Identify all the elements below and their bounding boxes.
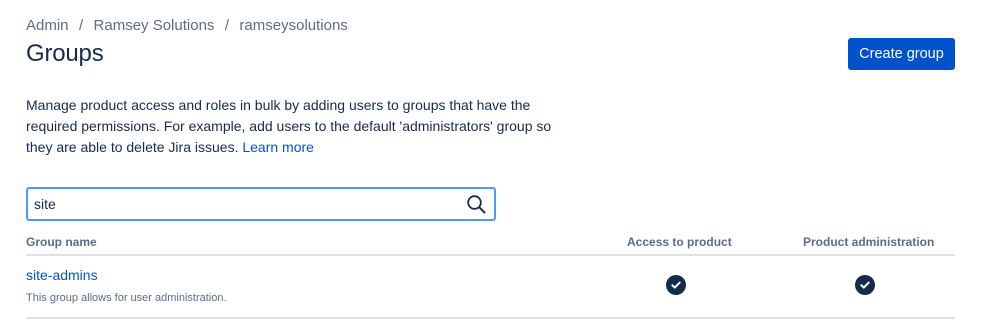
breadcrumb-separator: / — [224, 17, 229, 34]
page-description: Manage product access and roles in bulk … — [26, 95, 556, 158]
learn-more-link[interactable]: Learn more — [242, 139, 314, 155]
breadcrumb-separator: / — [78, 17, 84, 34]
access-to-product-check-icon — [666, 275, 686, 295]
table-header: Group name Access to product Product adm… — [26, 233, 955, 256]
create-group-button[interactable]: Create group — [848, 38, 955, 70]
search-field[interactable] — [26, 187, 496, 221]
breadcrumb-item-admin[interactable]: Admin — [26, 17, 69, 34]
product-administration-check-icon — [855, 275, 875, 295]
breadcrumb: Admin / Ramsey Solutions / ramseysolutio… — [26, 17, 348, 34]
groups-page: Admin / Ramsey Solutions / ramseysolutio… — [0, 0, 999, 336]
column-header-group-name[interactable]: Group name — [26, 235, 97, 249]
page-title: Groups — [26, 40, 104, 67]
breadcrumb-item-site[interactable]: ramseysolutions — [239, 17, 347, 34]
column-header-access-to-product[interactable]: Access to product — [627, 235, 732, 249]
column-header-product-administration[interactable]: Product administration — [803, 235, 934, 249]
group-name-link[interactable]: site-admins — [26, 267, 98, 283]
breadcrumb-item-organization[interactable]: Ramsey Solutions — [94, 17, 215, 34]
search-input[interactable] — [34, 189, 454, 219]
table-row: site-admins This group allows for user a… — [26, 256, 955, 319]
search-icon[interactable] — [466, 194, 486, 214]
group-description: This group allows for user administratio… — [26, 292, 227, 304]
